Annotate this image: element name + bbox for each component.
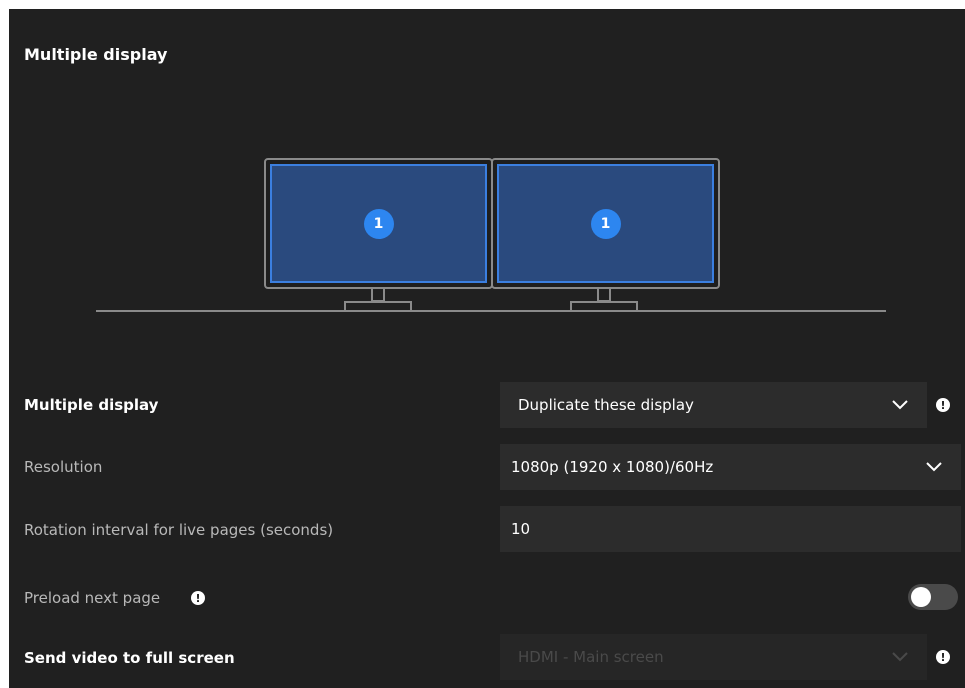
toggle-knob bbox=[911, 587, 931, 607]
resolution-select[interactable]: 1080p (1920 x 1080)/60Hz bbox=[500, 444, 961, 490]
display-number-badge: 1 bbox=[363, 208, 394, 239]
multiple-display-value: Duplicate these display bbox=[518, 396, 694, 414]
chevron-down-icon bbox=[892, 400, 908, 410]
preload-next-page-toggle[interactable] bbox=[908, 584, 958, 610]
multiple-display-label: Multiple display bbox=[24, 396, 159, 414]
info-icon[interactable]: ! bbox=[191, 591, 205, 605]
desk-line bbox=[96, 310, 886, 312]
chevron-down-icon bbox=[926, 462, 942, 472]
multiple-display-select[interactable]: Duplicate these display bbox=[500, 382, 927, 428]
rotation-interval-label: Rotation interval for live pages (second… bbox=[24, 521, 334, 539]
monitor-stand bbox=[597, 288, 611, 302]
monitor-stand bbox=[371, 288, 385, 302]
send-video-label: Send video to full screen bbox=[24, 649, 235, 667]
send-video-value: HDMI - Main screen bbox=[518, 648, 664, 666]
display-number-badge: 1 bbox=[590, 208, 621, 239]
display-arrangement-diagram: 1 1 bbox=[9, 9, 965, 349]
preload-next-page-label: Preload next page bbox=[24, 589, 161, 607]
rotation-interval-value: 10 bbox=[511, 520, 531, 538]
settings-panel: Multiple display 1 1 Multiple display Du… bbox=[9, 9, 965, 688]
resolution-label: Resolution bbox=[24, 458, 103, 476]
monitor-2[interactable]: 1 bbox=[491, 158, 720, 289]
monitor-screen: 1 bbox=[497, 164, 714, 283]
monitor-1[interactable]: 1 bbox=[264, 158, 493, 289]
resolution-value: 1080p (1920 x 1080)/60Hz bbox=[511, 458, 714, 476]
info-icon[interactable]: ! bbox=[936, 650, 950, 664]
rotation-interval-input[interactable]: 10 bbox=[500, 506, 961, 552]
info-icon[interactable]: ! bbox=[936, 398, 950, 412]
send-video-select[interactable]: HDMI - Main screen bbox=[500, 634, 927, 680]
chevron-down-icon bbox=[892, 652, 908, 662]
monitor-screen: 1 bbox=[270, 164, 487, 283]
